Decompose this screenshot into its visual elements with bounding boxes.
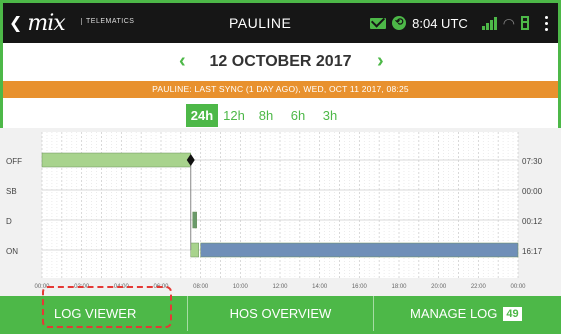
range-3h[interactable]: 3h [314,104,346,127]
wifi-icon: ◠ [502,14,515,31]
current-date: 12 OCTOBER 2017 [209,53,352,70]
status-area: ⟲ 8:04 UTC ◠ [370,11,548,35]
hos-overview-button[interactable]: HOS OVERVIEW [188,296,374,331]
x-tick-label: 04:00 [114,284,130,290]
x-tick-label: 06:00 [153,284,169,290]
chevron-right-icon[interactable]: › [377,50,384,73]
sync-status-banner: PAULINE: LAST SYNC (1 DAY AGO), WED, OCT… [3,81,558,98]
range-12h[interactable]: 12h [218,104,250,127]
x-tick-label: 00:00 [510,284,526,290]
manage-log-button[interactable]: MANAGE LOG 49 [374,296,558,331]
x-tick-label: 12:00 [272,284,288,290]
row-total: 00:00 [522,187,543,196]
page-title: PAULINE [229,15,292,31]
row-total: 07:30 [522,157,543,166]
back-arrow-icon[interactable]: ❮ [9,13,22,32]
hos-log-chart: OFF SB D ON 07:30 00:00 00:12 16:17 00:00 02:00 04… [0,128,561,296]
signal-icon [481,16,497,30]
status-segment-on [200,242,519,258]
log-viewer-button[interactable]: LOG VIEWER [3,296,189,331]
x-tick-label: 08:00 [193,284,209,290]
top-bar: ❮ mix TELEMATICS PAULINE ⟲ 8:04 UTC ◠ [3,3,558,43]
x-tick-label: 00:00 [34,284,50,290]
clock-time: 8:04 UTC [412,15,468,31]
row-total: 00:12 [522,217,543,226]
mail-icon[interactable] [370,17,387,29]
x-tick-label: 18:00 [391,284,407,290]
log-chart-svg: OFF SB D ON 07:30 00:00 00:12 16:17 00:00 02:00 04… [6,132,543,290]
row-total: 16:17 [522,247,543,256]
manage-log-badge: 49 [503,306,522,321]
row-label-sb: SB [6,187,17,196]
x-tick-label: 22:00 [471,284,487,290]
battery-icon [521,16,529,30]
manage-log-label: MANAGE LOG [409,306,498,321]
range-24h[interactable]: 24h [186,104,218,127]
range-8h[interactable]: 8h [250,104,282,127]
row-label-off: OFF [6,157,22,166]
range-6h[interactable]: 6h [282,104,314,127]
logo-text: mix [27,11,65,36]
status-segment-on [190,242,199,258]
log-viewer-label: LOG VIEWER [53,306,137,321]
mix-logo[interactable]: ❮ mix [9,11,66,36]
x-tick-label: 02:00 [74,284,90,290]
clock-icon: ⟲ [392,16,407,30]
status-segment-off [41,152,191,168]
bottom-navigation: LOG VIEWER HOS OVERVIEW MANAGE LOG 49 [3,296,558,331]
date-navigation: ‹ 12 OCTOBER 2017 › [3,43,558,81]
x-tick-label: 10:00 [233,284,249,290]
row-label-d: D [6,217,12,226]
x-tick-label: 20:00 [431,284,447,290]
x-tick-label: 14:00 [312,284,328,290]
x-tick-label: 16:00 [352,284,368,290]
logo-subtext: TELEMATICS [81,18,134,25]
status-segment-d [192,211,197,229]
overflow-menu-icon[interactable] [545,15,548,31]
row-label-on: ON [6,247,18,256]
time-range-selector: 24h 12h 8h 6h 3h [186,104,346,127]
hos-overview-label: HOS OVERVIEW [229,306,332,321]
